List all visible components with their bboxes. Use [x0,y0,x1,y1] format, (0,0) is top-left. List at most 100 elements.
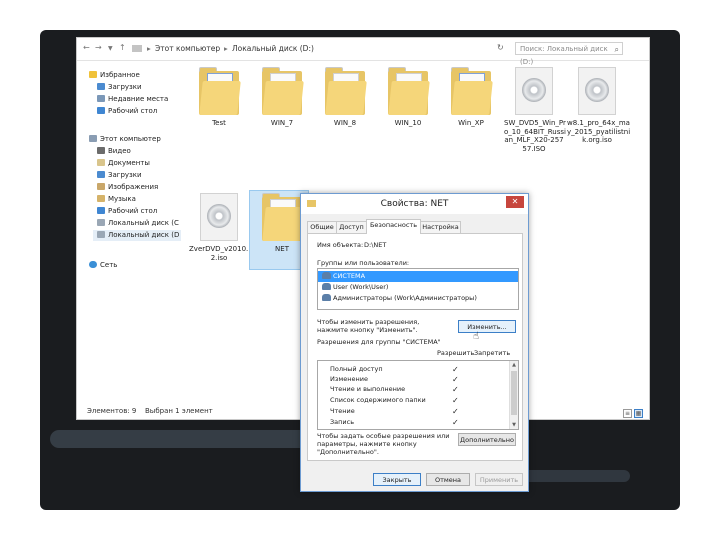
file-name-line: ZverDVD_v2010.1 [189,245,253,253]
scroll-down-icon[interactable]: ▼ [510,422,518,428]
check-icon: ✓ [452,385,459,394]
file-name-line: an_MLF_X20-257 [504,136,564,144]
nav-item-music[interactable]: Музыка [97,194,136,205]
file-name: WIN_8 [333,119,357,127]
advanced-button[interactable]: Дополнительно [458,433,516,446]
tab-customize[interactable]: Настройка [420,221,461,233]
file-name-line: 2.iso [210,253,228,262]
downloads-icon [97,171,105,178]
file-name: WIN_7 [270,119,294,127]
nav-item-downloads-pc[interactable]: Загрузки [97,170,142,181]
up-arrow-icon[interactable]: ↑ [119,43,126,52]
nav-item-drive-d[interactable]: Локальный диск (D [93,230,181,241]
tab-general[interactable]: Общие [307,221,337,233]
folder-item[interactable]: WIN_10 [378,67,438,128]
search-input[interactable]: Поиск: Локальный диск (D:) ⌕ [515,42,623,66]
music-folder-icon [97,195,105,202]
nav-this-pc[interactable]: Этот компьютер [89,134,161,145]
permissions-scrollbar[interactable]: ▲ ▼ [509,361,518,429]
nav-item-video[interactable]: Видео [97,146,131,157]
dialog-title: Свойства: NET [380,199,449,209]
desktop-icon [97,107,105,114]
iso-file-item[interactable]: w8.1_pro_64x_ma y_2015_pyatilistni k.org… [567,67,631,145]
apply-button[interactable]: Применить [475,473,523,486]
iso-file-item[interactable]: ZverDVD_v2010.1 2.iso [189,193,253,262]
nav-item-desktop[interactable]: Рабочий стол [97,106,157,117]
nav-item-desktop-pc[interactable]: Рабочий стол [97,206,157,217]
item-count: Элементов: 9 [87,407,137,415]
network-icon [89,261,97,268]
check-icon: ✓ [452,396,459,405]
folder-icon [388,67,430,115]
special-hint-line: "Дополнительно". [317,448,379,456]
file-name-line: y_2015_pyatilistni [567,127,631,136]
cancel-button[interactable]: Отмена [426,473,470,486]
breadcrumb-drive-d[interactable]: Локальный диск (D:) [232,44,314,53]
file-name-line: w8.1_pro_64x_ma [567,119,630,127]
recent-places-icon [97,95,105,102]
scroll-up-icon[interactable]: ▲ [510,362,518,368]
downloads-icon [97,83,105,90]
user-icon [322,283,331,290]
folder-icon [262,193,304,241]
pictures-folder-icon [97,183,105,190]
desktop-icon [97,207,105,214]
refresh-icon[interactable]: ↻ [497,43,504,52]
groups-label: Группы или пользователи: [317,259,410,267]
permissions-table: Полный доступ ✓ Изменение ✓ Чтение и выпол… [317,360,519,430]
folder-icon [199,67,241,115]
folder-item[interactable]: Win_XP [441,67,501,128]
list-item[interactable]: Администраторы (Work\Администраторы) [318,293,518,304]
nav-network[interactable]: Сеть [89,260,117,271]
special-hint-line: параметры, нажмите кнопку [317,440,417,448]
nav-item-downloads[interactable]: Загрузки [97,82,142,93]
nav-item-drive-c[interactable]: Локальный диск (C [97,218,179,229]
forward-arrow-icon[interactable]: → [95,43,102,52]
ok-button[interactable]: Закрыть [373,473,421,486]
documents-folder-icon [97,159,105,166]
nav-item-recent[interactable]: Недавние места [97,94,168,105]
list-item[interactable]: СИСТЕМА [318,271,518,282]
file-name: Win_XP [458,119,484,127]
disc-image-icon [578,67,616,115]
file-name-line: k.org.iso [582,136,612,144]
close-button[interactable]: ✕ [506,196,524,208]
back-arrow-icon[interactable]: ← [83,43,90,52]
nav-item-pictures[interactable]: Изображения [97,182,158,193]
table-row: Список содержимого папки ✓ [330,396,459,405]
navigation-pane: Избранное Загрузки Недавние места Рабочи… [77,61,181,401]
properties-dialog: Свойства: NET ✕ Общие Доступ Безопасност… [300,193,529,492]
large-icons-view-icon[interactable]: ▦ [634,409,643,418]
scroll-thumb[interactable] [511,371,517,415]
folder-item[interactable]: WIN_8 [315,67,375,128]
security-panel: Имя объекта: D:\NET Группы или пользоват… [307,233,523,461]
iso-file-item[interactable]: SW_DVD5_Win_Pr o_10_64BIT_Russi an_MLF_X… [504,67,566,153]
disc-image-icon [200,193,238,241]
folder-icon [262,67,304,115]
list-item[interactable]: User (Work\User) [318,282,518,293]
users-icon [322,272,331,279]
file-name: WIN_10 [394,119,422,127]
breadcrumb-this-pc[interactable]: Этот компьютер [155,44,220,53]
nav-item-documents[interactable]: Документы [97,158,150,169]
change-button[interactable]: Изменить... [458,320,516,333]
object-name-label: Имя объекта: [317,241,364,249]
permissions-for-label: Разрешения для группы "СИСТЕМА" [317,338,441,346]
nav-favorites[interactable]: Избранное [89,70,140,81]
dialog-titlebar: Свойства: NET ✕ [301,194,528,214]
tab-sharing[interactable]: Доступ [336,221,367,233]
folder-item[interactable]: Test [189,67,249,128]
star-icon [89,71,97,78]
tab-security[interactable]: Безопасность [366,219,421,234]
file-name-line: 57.ISO [522,144,546,153]
folder-item[interactable]: WIN_7 [252,67,312,128]
disc-image-icon [515,67,553,115]
video-folder-icon [97,147,105,154]
recent-locations-icon[interactable]: ▼ [108,45,113,52]
object-name-value: D:\NET [364,241,387,249]
details-view-icon[interactable]: ≡ [623,409,632,418]
drive-icon [97,231,105,238]
selection-count: Выбран 1 элемент [145,407,213,415]
users-list[interactable]: СИСТЕМА User (Work\User) Администраторы … [317,268,519,310]
file-name-line: o_10_64BIT_Russi [504,127,566,136]
